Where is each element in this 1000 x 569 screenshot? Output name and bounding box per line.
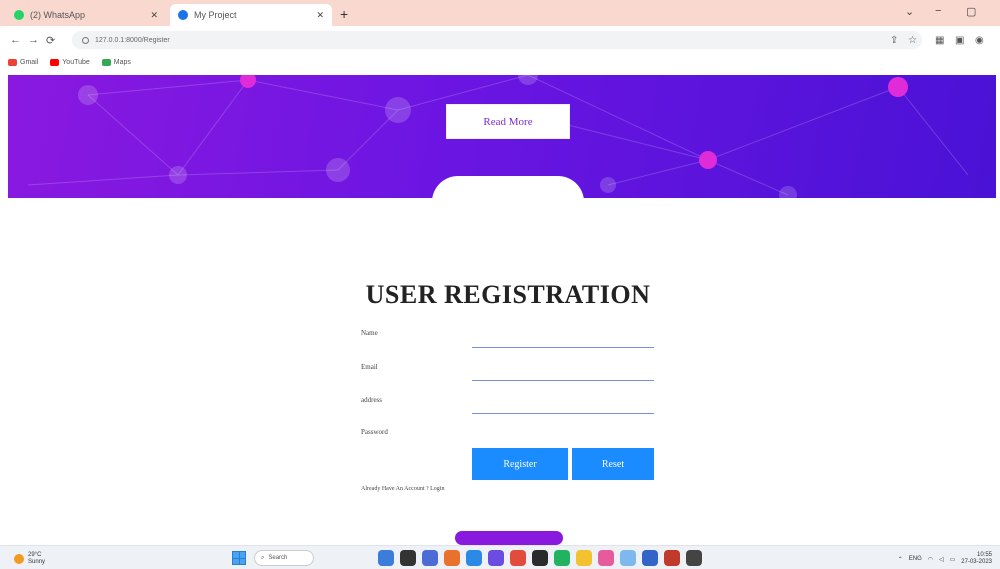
- page-title: USER REGISTRATION: [365, 280, 651, 309]
- clock-date: 27-03-2023: [961, 559, 992, 565]
- close-tab-icon[interactable]: ✕: [316, 10, 324, 21]
- search-app-icon[interactable]: [444, 550, 460, 566]
- terminal-icon[interactable]: [400, 550, 416, 566]
- minimize-button[interactable]: −: [935, 5, 941, 17]
- share-icon[interactable]: ⇪: [890, 35, 898, 46]
- bookmark-label: Maps: [113, 58, 131, 66]
- forward-arrow-icon[interactable]: →: [28, 34, 39, 46]
- language-indicator[interactable]: ENG: [909, 556, 922, 562]
- folder-icon[interactable]: [576, 550, 592, 566]
- system-tray: ⌃ ENG ◠ ◁ ▭ 10:55 27-03-2023: [898, 552, 992, 566]
- tab-label: My Project: [194, 10, 237, 20]
- youtube-icon: [50, 58, 60, 66]
- close-tab-icon[interactable]: ✕: [150, 10, 158, 21]
- chevron-down-icon[interactable]: ⌄: [905, 5, 914, 18]
- bookmark-gmail[interactable]: Gmail: [8, 58, 39, 66]
- search-label: Search: [268, 555, 288, 561]
- url-input[interactable]: 127.0.0.1:8000/Register: [72, 31, 922, 49]
- reload-icon[interactable]: ⟳: [46, 34, 55, 47]
- sidebar-icon[interactable]: ▣: [955, 35, 964, 46]
- file-icon[interactable]: [422, 550, 438, 566]
- weather-temp: 29°C: [28, 552, 42, 558]
- new-tab-button[interactable]: +: [340, 6, 348, 22]
- clock-time: 10:55: [976, 552, 992, 558]
- site-icon: [178, 10, 188, 20]
- read-more-button[interactable]: Read More: [446, 104, 570, 139]
- password-field[interactable]: [472, 428, 654, 444]
- word-icon[interactable]: [642, 550, 658, 566]
- email-label: Email: [361, 363, 378, 371]
- footer-bar: [455, 531, 563, 545]
- clock[interactable]: 10:55 27-03-2023: [961, 552, 992, 566]
- back-arrow-icon[interactable]: ←: [10, 34, 21, 46]
- weather-widget[interactable]: 29°C Sunny: [14, 552, 45, 566]
- volume-icon[interactable]: ◁: [939, 556, 944, 563]
- maps-icon: [101, 58, 111, 66]
- tab-label: (2) WhatsApp: [30, 10, 86, 20]
- bookmark-label: Gmail: [20, 58, 39, 66]
- register-button[interactable]: Register: [472, 448, 568, 480]
- app-icon[interactable]: [554, 550, 570, 566]
- bookmark-label: YouTube: [62, 58, 90, 66]
- app-icon[interactable]: [664, 550, 680, 566]
- email-field[interactable]: [472, 365, 654, 381]
- tab-my-project[interactable]: My Project ✕: [170, 4, 332, 26]
- reset-button[interactable]: Reset: [572, 448, 654, 480]
- profile-icon[interactable]: ◉: [975, 35, 984, 46]
- gmail-icon: [8, 58, 17, 66]
- name-field[interactable]: [472, 332, 654, 348]
- search-icon: ⌕: [261, 554, 265, 561]
- app-icon[interactable]: [488, 550, 504, 566]
- extensions-icon[interactable]: ▦: [935, 35, 944, 46]
- browser-tab-bar: (2) WhatsApp ✕ My Project ✕ + ⌄ − ▢: [0, 0, 1000, 26]
- bookmark-youtube[interactable]: YouTube: [50, 58, 90, 66]
- battery-icon[interactable]: ▭: [950, 556, 956, 563]
- tab-whatsapp[interactable]: (2) WhatsApp ✕: [6, 4, 166, 26]
- info-icon: [82, 36, 89, 44]
- chevron-up-icon[interactable]: ⌃: [898, 556, 903, 563]
- star-icon[interactable]: ☆: [908, 35, 917, 46]
- taskbar-search[interactable]: ⌕ Search: [254, 550, 314, 566]
- chrome-icon[interactable]: [510, 550, 526, 566]
- url-text: 127.0.0.1:8000/Register: [95, 36, 170, 44]
- app-icon[interactable]: [620, 550, 636, 566]
- whatsapp-icon: [14, 10, 24, 20]
- password-label: Password: [361, 428, 388, 436]
- hero-notch: [432, 176, 584, 216]
- wifi-icon[interactable]: ◠: [928, 556, 933, 563]
- bookmark-maps[interactable]: Maps: [101, 58, 131, 66]
- vscode-icon[interactable]: [378, 550, 394, 566]
- sun-icon: [14, 554, 24, 564]
- maximize-button[interactable]: ▢: [966, 5, 976, 18]
- windows-taskbar: 29°C Sunny ⌕ Search ⌃ ENG ◠ ◁ ▭ 10:55 27…: [0, 545, 1000, 569]
- address-field[interactable]: [472, 398, 654, 414]
- bookmarks-bar: Gmail YouTube Maps: [0, 54, 1000, 70]
- login-link[interactable]: Already Have An Account ? Login: [361, 486, 444, 492]
- app-icon[interactable]: [532, 550, 548, 566]
- edge-icon[interactable]: [466, 550, 482, 566]
- app-icon[interactable]: [598, 550, 614, 566]
- weather-desc: Sunny: [28, 559, 46, 565]
- windows-start-icon[interactable]: [232, 551, 246, 565]
- name-label: Name: [361, 329, 378, 337]
- app-icon[interactable]: [686, 550, 702, 566]
- address-label: address: [361, 396, 382, 404]
- taskbar-apps: [378, 550, 702, 566]
